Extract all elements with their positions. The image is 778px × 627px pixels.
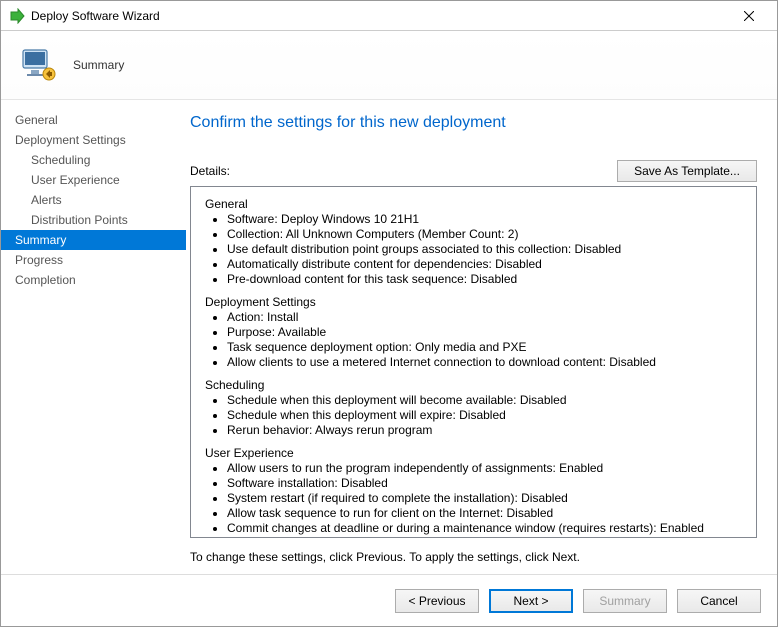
computer-deploy-icon	[17, 44, 59, 86]
details-line: Collection: All Unknown Computers (Membe…	[227, 227, 742, 242]
details-line: Software: Deploy Windows 10 21H1	[227, 212, 742, 227]
details-section-list: Schedule when this deployment will becom…	[227, 393, 742, 438]
details-line: System restart (if required to complete …	[227, 491, 742, 506]
close-icon	[744, 11, 754, 21]
details-line: Software installation: Disabled	[227, 476, 742, 491]
details-section-list: Allow users to run the program independe…	[227, 461, 742, 538]
details-textbox[interactable]: GeneralSoftware: Deploy Windows 10 21H1C…	[190, 186, 757, 538]
sidebar-item-summary[interactable]: Summary	[1, 230, 186, 250]
details-line: Action: Install	[227, 310, 742, 325]
sidebar-item-scheduling[interactable]: Scheduling	[1, 150, 186, 170]
details-line: Rerun behavior: Always rerun program	[227, 423, 742, 438]
hint-text: To change these settings, click Previous…	[190, 550, 757, 564]
details-section-title: Deployment Settings	[205, 295, 742, 310]
window-title: Deploy Software Wizard	[31, 9, 729, 23]
previous-button[interactable]: < Previous	[395, 589, 479, 613]
step-title: Summary	[73, 58, 124, 72]
close-button[interactable]	[729, 2, 769, 30]
titlebar: Deploy Software Wizard	[1, 1, 777, 31]
details-line: Allow users to run the program independe…	[227, 461, 742, 476]
details-section-title: Scheduling	[205, 378, 742, 393]
body-area: GeneralDeployment SettingsSchedulingUser…	[1, 99, 777, 574]
save-as-template-button[interactable]: Save As Template...	[617, 160, 757, 182]
cancel-button[interactable]: Cancel	[677, 589, 761, 613]
next-button[interactable]: Next >	[489, 589, 573, 613]
details-label: Details:	[190, 164, 617, 178]
sidebar-item-progress[interactable]: Progress	[1, 250, 186, 270]
details-section-title: General	[205, 197, 742, 212]
details-line: Pre-download content for this task seque…	[227, 272, 742, 287]
wizard-sidebar: GeneralDeployment SettingsSchedulingUser…	[1, 100, 186, 574]
sidebar-item-deployment-settings[interactable]: Deployment Settings	[1, 130, 186, 150]
details-line: Show Task Sequence progress: Enabled	[227, 536, 742, 538]
deploy-arrow-icon	[9, 8, 25, 24]
main-heading: Confirm the settings for this new deploy…	[190, 114, 757, 132]
details-line: Use default distribution point groups as…	[227, 242, 742, 257]
sidebar-item-completion[interactable]: Completion	[1, 270, 186, 290]
wizard-footer: < Previous Next > Summary Cancel	[1, 574, 777, 626]
details-line: Purpose: Available	[227, 325, 742, 340]
details-row: Details: Save As Template...	[190, 160, 757, 182]
wizard-window: Deploy Software Wizard Summary GeneralDe…	[0, 0, 778, 627]
main-panel: Confirm the settings for this new deploy…	[186, 100, 777, 574]
details-section-list: Action: InstallPurpose: AvailableTask se…	[227, 310, 742, 370]
sidebar-item-general[interactable]: General	[1, 110, 186, 130]
details-line: Schedule when this deployment will expir…	[227, 408, 742, 423]
details-line: Allow task sequence to run for client on…	[227, 506, 742, 521]
summary-button[interactable]: Summary	[583, 589, 667, 613]
header-band: Summary	[1, 31, 777, 99]
sidebar-item-distribution-points[interactable]: Distribution Points	[1, 210, 186, 230]
sidebar-item-user-experience[interactable]: User Experience	[1, 170, 186, 190]
details-line: Schedule when this deployment will becom…	[227, 393, 742, 408]
details-line: Commit changes at deadline or during a m…	[227, 521, 742, 536]
details-section-title: User Experience	[205, 446, 742, 461]
details-line: Task sequence deployment option: Only me…	[227, 340, 742, 355]
details-section-list: Software: Deploy Windows 10 21H1Collecti…	[227, 212, 742, 287]
sidebar-item-alerts[interactable]: Alerts	[1, 190, 186, 210]
details-line: Allow clients to use a metered Internet …	[227, 355, 742, 370]
details-line: Automatically distribute content for dep…	[227, 257, 742, 272]
